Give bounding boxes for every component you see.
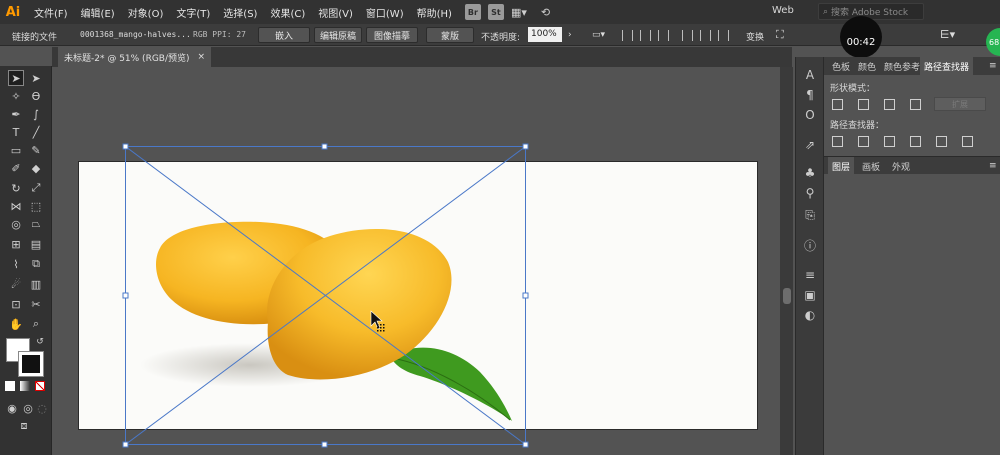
tab-swatches[interactable]: 色板 xyxy=(828,57,854,75)
tab-artboards[interactable]: 画板 xyxy=(858,157,884,175)
divide-icon[interactable] xyxy=(832,136,843,147)
info-icon[interactable]: ⓘ xyxy=(802,237,818,253)
panel-menu-icon[interactable]: ≡ xyxy=(989,61,997,71)
intersect-icon[interactable] xyxy=(884,99,895,110)
layers-menu-icon[interactable]: ≡ xyxy=(989,161,997,171)
exclude-icon[interactable] xyxy=(910,99,921,110)
tab-pathfinder[interactable]: 路径查找器 xyxy=(920,57,974,75)
panel-icon-strip: A ¶ O ⇗ ♣ ⚲ ⎘ ⓘ ≡ ▣ ◐ xyxy=(795,57,823,455)
crop-pathfinder-icon[interactable] xyxy=(910,136,921,147)
trim-icon[interactable] xyxy=(858,136,869,147)
unite-icon[interactable] xyxy=(832,99,843,110)
links-icon[interactable]: ⇗ xyxy=(802,137,818,153)
transparency-icon[interactable]: ◐ xyxy=(802,307,818,323)
asset-export-icon[interactable]: ⎘ xyxy=(802,207,818,223)
shape-modes-label: 形状模式： xyxy=(830,84,876,94)
character-icon[interactable]: A xyxy=(802,67,818,83)
opentype-icon[interactable]: O xyxy=(802,107,818,123)
expand-button[interactable]: 扩展 xyxy=(934,97,986,111)
minus-front-icon[interactable] xyxy=(858,99,869,110)
align-panel-icon[interactable]: ≡ xyxy=(802,267,818,283)
vertical-scrollbar[interactable] xyxy=(780,67,793,455)
merge-icon[interactable] xyxy=(884,136,895,147)
tab-color[interactable]: 颜色 xyxy=(854,57,880,75)
minus-back-icon[interactable] xyxy=(962,136,973,147)
mango-leaf xyxy=(390,347,512,421)
gradient-panel-icon[interactable]: ▣ xyxy=(802,287,818,303)
pathfinders-label: 路径查找器： xyxy=(830,121,885,131)
scrollbar-thumb[interactable] xyxy=(783,288,791,304)
symbols-icon[interactable]: ♣ xyxy=(802,165,818,181)
right-panel: 色板 颜色 颜色参考 路径查找器 ≡ 形状模式： 扩展 路径查找器： 图层 画板… xyxy=(823,57,1000,455)
tab-layers[interactable]: 图层 xyxy=(828,157,855,175)
brushes-icon[interactable]: ⚲ xyxy=(802,185,818,201)
tab-color-guide[interactable]: 颜色参考 xyxy=(880,57,924,75)
paragraph-icon[interactable]: ¶ xyxy=(802,87,818,103)
outline-icon[interactable] xyxy=(936,136,947,147)
tab-appearance[interactable]: 外观 xyxy=(888,157,914,175)
